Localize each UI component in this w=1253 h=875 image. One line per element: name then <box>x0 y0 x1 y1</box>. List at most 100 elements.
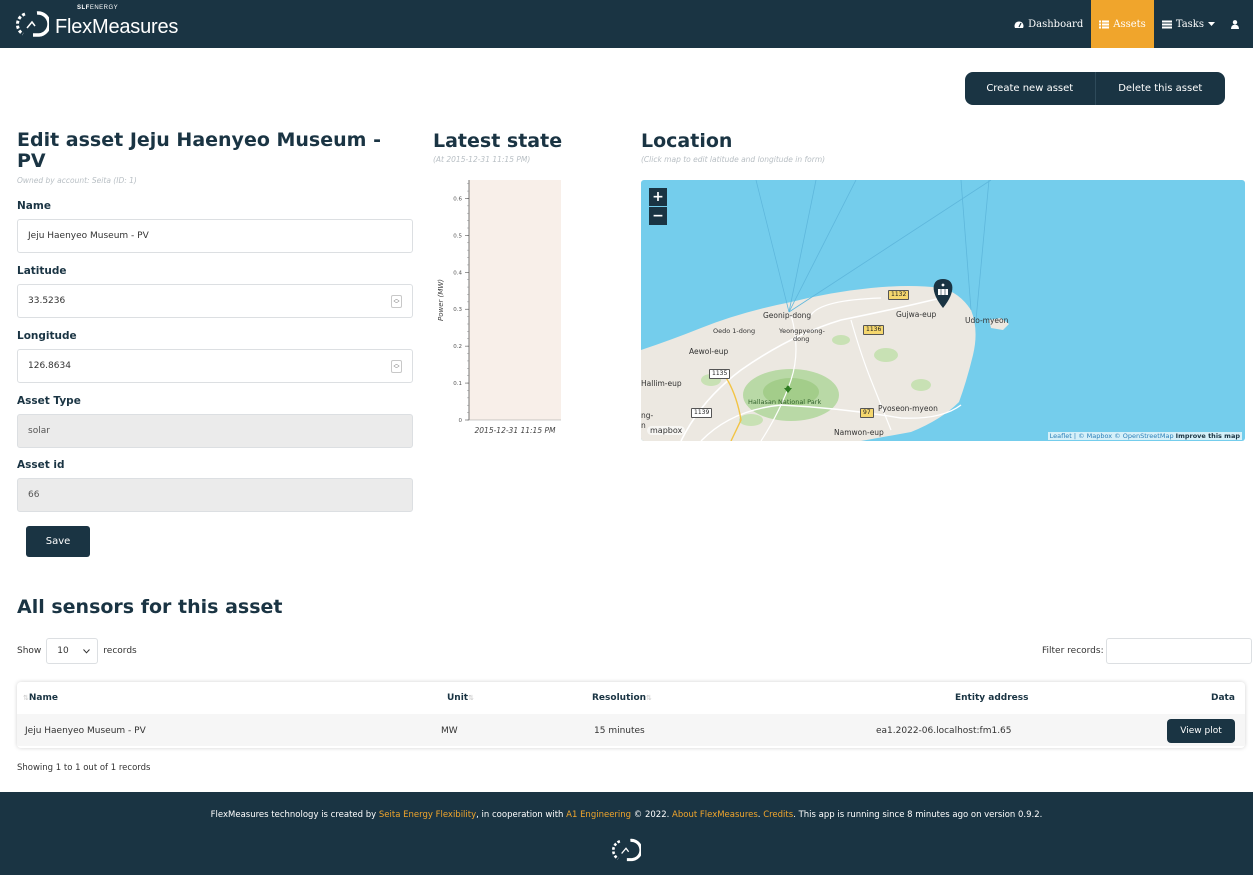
brand-name: FlexMeasures <box>55 15 179 38</box>
asset-type-value: solar <box>28 426 50 436</box>
asset-id-field: 66 <box>17 478 413 512</box>
map-label: Aewol-eup <box>689 347 729 356</box>
chart-y-tick-label: 0.5 <box>453 233 462 239</box>
latitude-value: 33.5236 <box>28 296 66 306</box>
user-menu[interactable] <box>1223 0 1253 48</box>
brand-energy-label: SLFENERGY <box>77 4 119 11</box>
column-header-resolution[interactable]: Resolution⇅ <box>592 693 652 703</box>
a1-engineering-link[interactable]: A1 Engineering <box>566 810 631 820</box>
nav-tasks[interactable]: Tasks <box>1154 0 1223 48</box>
asset-id-value: 66 <box>28 490 40 500</box>
longitude-input[interactable]: 126.8634 ︿ ﹀ <box>17 349 413 383</box>
road-shield: 1135 <box>709 369 731 379</box>
dashboard-icon <box>1014 20 1024 28</box>
improve-map-link[interactable]: Improve this map <box>1176 432 1240 440</box>
sensor-resolution: 15 minutes <box>594 726 645 736</box>
table-row[interactable]: Jeju Haenyeo Museum - PV MW 15 minutes e… <box>17 714 1245 746</box>
chart-x-tick-label: 2015-12-31 11:15 PM <box>475 426 556 435</box>
page-length-select[interactable]: 10 <box>46 638 99 664</box>
chevron-down-icon <box>82 648 90 654</box>
road-shield: 97 <box>860 408 874 418</box>
name-value: Jeju Haenyeo Museum - PV <box>28 231 149 241</box>
road-shield: 1139 <box>691 408 713 418</box>
page-length-value: 10 <box>57 646 69 656</box>
latitude-stepper[interactable]: ︿ ﹀ <box>391 295 402 308</box>
nav-assets-label: Assets <box>1113 18 1146 30</box>
latest-state-title: Latest state <box>433 130 563 152</box>
nav-tasks-label: Tasks <box>1175 18 1204 30</box>
page-length-control: Show 10 records <box>17 638 137 664</box>
latitude-label: Latitude <box>17 265 67 277</box>
chart-y-axis-label: Power (MW) <box>437 279 445 321</box>
road-shield: 1132 <box>888 290 910 300</box>
nav-dashboard-label: Dashboard <box>1028 18 1084 30</box>
chart-y-tick-label: 0 <box>459 418 463 424</box>
map-label: ng- <box>641 411 654 420</box>
column-header-unit[interactable]: Unit⇅ <box>447 693 474 703</box>
flexmeasures-logo-icon <box>16 11 49 37</box>
map-label: Geonip-dong <box>763 311 812 320</box>
brand-link[interactable]: SLFENERGY FlexMeasures <box>15 4 179 40</box>
attribution-text: Leaflet | © Mapbox © OpenStreetMap <box>1049 432 1174 440</box>
map-terrain <box>641 180 1009 441</box>
view-plot-button[interactable]: View plot <box>1167 719 1235 743</box>
map-label: Pyoseon-myeon <box>878 404 938 413</box>
latest-state-chart[interactable]: 0 0.1 0.2 0.3 0.4 0.5 0.6 2015-12-31 11:15 PM Po… <box>425 175 575 443</box>
map-label: Udo-myeon <box>965 316 1009 325</box>
asset-type-field: solar <box>17 414 413 448</box>
create-asset-button[interactable]: Create new asset <box>965 72 1095 105</box>
sort-icon: ⇅ <box>468 694 474 702</box>
credits-link[interactable]: Credits <box>763 810 793 820</box>
map-label: Namwon-eup <box>834 428 884 437</box>
show-label: Show <box>17 646 42 656</box>
map-label: Oedo 1-dong <box>713 327 756 335</box>
chart-y-tick-label: 0.1 <box>453 381 462 387</box>
sensor-name: Jeju Haenyeo Museum - PV <box>25 726 146 736</box>
mapbox-logo[interactable]: mapbox <box>647 426 686 435</box>
map-label: Gujwa-eup <box>896 310 937 319</box>
asset-id-label: Asset id <box>17 459 65 471</box>
latitude-input[interactable]: 33.5236 ︿ ﹀ <box>17 284 413 318</box>
asset-actions: Create new asset Delete this asset <box>965 72 1225 105</box>
longitude-stepper[interactable]: ︿ ﹀ <box>391 360 402 373</box>
name-input[interactable]: Jeju Haenyeo Museum - PV <box>17 219 413 253</box>
footer: FlexMeasures technology is created by Se… <box>0 792 1253 875</box>
sensor-entity-address: ea1.2022-06.localhost:fm1.65 <box>876 726 1012 736</box>
latest-state-subtitle: (At 2015-12-31 11:15 PM) <box>433 155 531 164</box>
location-title: Location <box>641 130 733 152</box>
delete-asset-button[interactable]: Delete this asset <box>1094 72 1226 105</box>
map-label: n <box>641 421 646 430</box>
list-icon <box>1099 20 1110 28</box>
map-label: Hallim-eup <box>641 379 682 388</box>
save-button[interactable]: Save <box>26 526 90 557</box>
name-label: Name <box>17 200 51 212</box>
sensor-unit: MW <box>441 726 458 736</box>
location-map[interactable]: + − Geonip-dong Gujwa-eup Udo-myeon Oedo… <box>641 180 1245 441</box>
footer-text: FlexMeasures technology is created by Se… <box>210 810 1043 820</box>
seita-link[interactable]: Seita Energy Flexibility <box>379 810 476 820</box>
filter-label: Filter records: <box>1042 646 1104 656</box>
records-label: records <box>103 646 137 656</box>
map-label: dong <box>793 335 810 343</box>
map-attribution[interactable]: Leaflet | © Mapbox © OpenStreetMap Impro… <box>1047 432 1242 440</box>
about-link[interactable]: About FlexMeasures <box>672 810 758 820</box>
chart-y-tick-label: 0.6 <box>453 196 462 202</box>
navbar: SLFENERGY FlexMeasures Dashboard Assets … <box>0 0 1253 48</box>
sensors-table: ⇅Name Unit⇅ Resolution⇅ Entity address D… <box>17 682 1245 748</box>
filter-input[interactable] <box>1105 638 1252 664</box>
zoom-out-button[interactable]: − <box>649 207 667 225</box>
chart-plot-area <box>469 180 561 420</box>
zoom-in-button[interactable]: + <box>649 188 667 206</box>
nav-dashboard[interactable]: Dashboard <box>1006 0 1091 48</box>
column-header-data: Data <box>1211 693 1235 703</box>
sort-icon: ⇅ <box>646 694 652 702</box>
location-subtitle: (Click map to edit latitude and longitud… <box>641 155 826 164</box>
flexmeasures-logo-icon <box>611 838 641 862</box>
column-header-entity-address[interactable]: Entity address <box>955 693 1028 703</box>
nav-assets[interactable]: Assets <box>1091 0 1154 48</box>
column-header-name[interactable]: ⇅Name <box>23 693 58 703</box>
asset-type-label: Asset Type <box>17 395 81 407</box>
chart-y-tick-label: 0.2 <box>453 344 462 350</box>
longitude-value: 126.8634 <box>28 361 71 371</box>
road-shield: 1136 <box>863 325 885 335</box>
